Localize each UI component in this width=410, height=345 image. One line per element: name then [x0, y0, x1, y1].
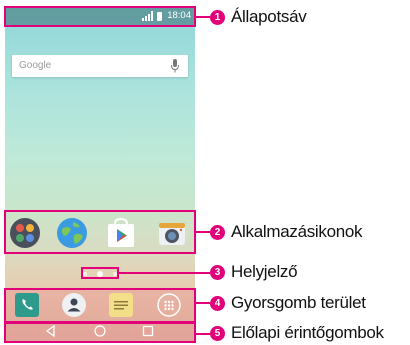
leader-line-1: [196, 16, 210, 18]
touch-buttons-highlight: [4, 322, 196, 343]
callout-label: Helyjelző: [231, 262, 298, 281]
leader-line-2: [196, 231, 210, 233]
callout-number: 2: [210, 224, 225, 240]
search-placeholder: Google: [19, 60, 52, 71]
app-icons-highlight: [4, 210, 196, 254]
callout-touch-buttons: 5 Előlapi érintőgombok: [210, 323, 384, 343]
callout-label: Előlapi érintőgombok: [231, 323, 384, 342]
callout-location-indicator: 3 Helyjelző: [210, 262, 298, 282]
leader-line-4: [196, 302, 210, 304]
google-search-widget[interactable]: Google: [12, 55, 188, 77]
microphone-icon[interactable]: [170, 59, 180, 73]
callout-quick-keys: 4 Gyorsgomb terület: [210, 293, 366, 313]
quick-keys-highlight: [4, 288, 196, 323]
callout-number: 4: [210, 295, 225, 311]
callout-number: 1: [210, 9, 225, 25]
callout-label: Alkalmazásikonok: [231, 222, 363, 241]
callout-number: 3: [210, 264, 225, 280]
status-bar-highlight: [4, 6, 196, 27]
callout-number: 5: [210, 325, 225, 341]
page-indicator-highlight: [81, 267, 119, 279]
callout-app-icons: 2 Alkalmazásikonok: [210, 222, 363, 242]
callout-label: Állapotsáv: [231, 7, 307, 26]
callout-label: Gyorsgomb terület: [231, 293, 366, 312]
leader-line-5: [196, 333, 210, 335]
callout-status-bar: 1 Állapotsáv: [210, 7, 307, 27]
leader-line-3: [119, 272, 210, 274]
